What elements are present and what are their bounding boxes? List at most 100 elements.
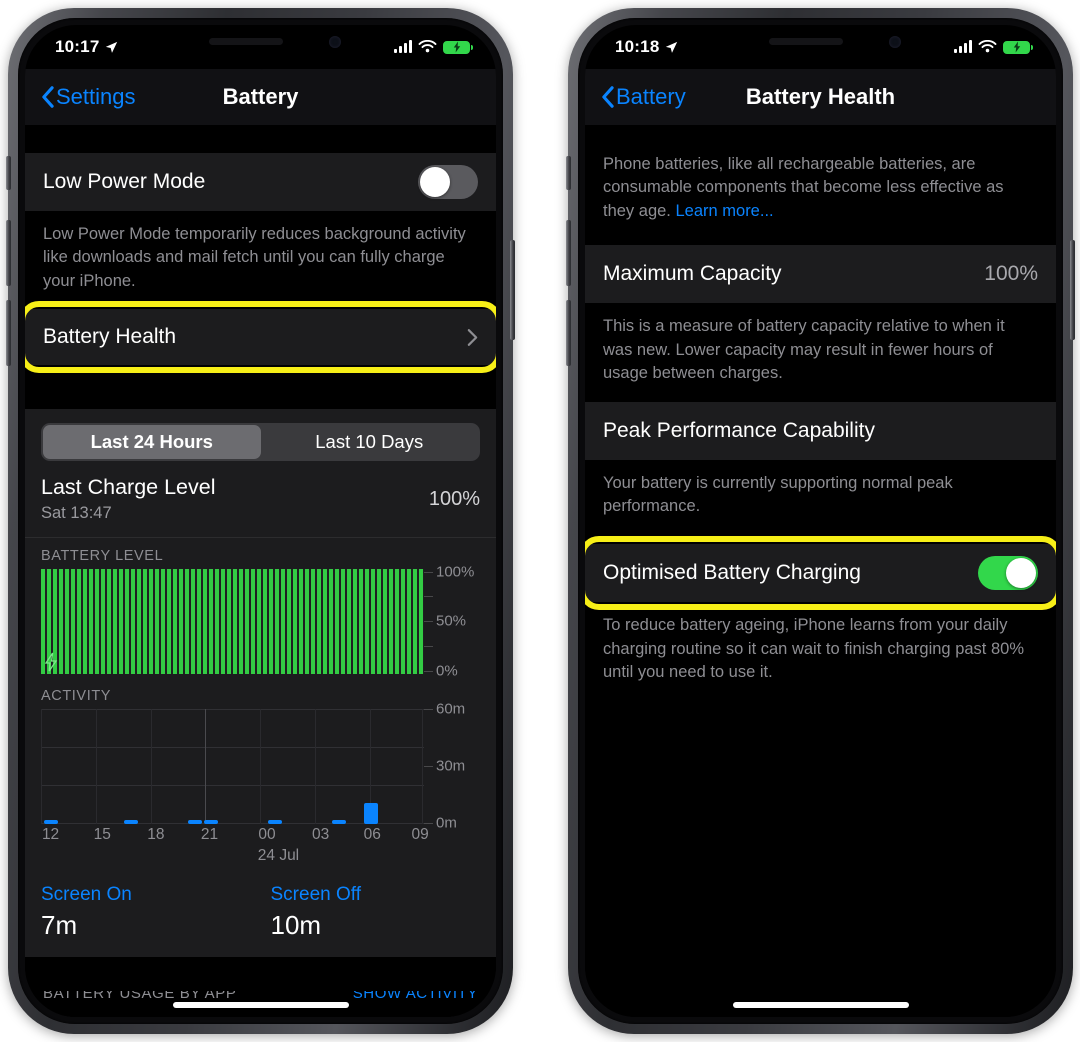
screen-right: 10:18 Battery Battery Health Phone batte… xyxy=(585,25,1056,1017)
optimised-battery-charging-label: Optimised Battery Charging xyxy=(603,561,861,585)
location-arrow-icon xyxy=(666,41,678,53)
low-power-mode-toggle[interactable] xyxy=(418,165,478,199)
iphone-left-device: 10:17 Settings Battery Low Power Mode Lo… xyxy=(6,8,515,1034)
last-charge-timestamp: Sat 13:47 xyxy=(41,504,112,523)
last-charge-title: Last Charge Level xyxy=(41,475,216,500)
segment-last-10-days[interactable]: Last 10 Days xyxy=(261,425,479,459)
low-power-mode-row[interactable]: Low Power Mode xyxy=(25,153,496,211)
mute-switch-button[interactable] xyxy=(6,156,11,190)
battery-level-chart-label: BATTERY LEVEL xyxy=(41,548,164,565)
learn-more-link[interactable]: Learn more... xyxy=(675,202,773,220)
volume-up-button[interactable] xyxy=(566,220,571,286)
volume-down-button[interactable] xyxy=(6,300,11,366)
screen-left: 10:17 Settings Battery Low Power Mode Lo… xyxy=(25,25,496,1017)
y-tick-0m: 0m xyxy=(436,814,457,832)
battery-level-chart-area: 100% 50% 0% xyxy=(41,564,480,680)
y-tick-0: 0% xyxy=(436,662,458,680)
x-tick-12: 12 xyxy=(41,826,60,844)
intro-body: Phone batteries, like all rechargeable b… xyxy=(603,155,1004,220)
activity-chart-label: ACTIVITY xyxy=(41,688,112,705)
usage-range-segmented-control[interactable]: Last 24 Hours Last 10 Days xyxy=(41,423,480,462)
optimised-battery-charging-row[interactable]: Optimised Battery Charging xyxy=(585,544,1056,603)
chevron-left-icon xyxy=(602,86,614,108)
maximum-capacity-footnote: This is a measure of battery capacity re… xyxy=(585,303,1056,402)
battery-charging-icon xyxy=(1003,40,1033,54)
x-tick-03: 03 xyxy=(311,826,330,844)
charging-bolt-icon xyxy=(44,652,58,672)
back-button-label: Settings xyxy=(56,84,136,109)
toggle-knob xyxy=(420,167,450,197)
chevron-right-icon xyxy=(467,328,478,346)
x-tick-09: 09 xyxy=(411,826,429,844)
last-charge-level-row: Last Charge Level Sat 13:47 100% xyxy=(25,469,496,539)
screen-time-summary: Screen On 7m Screen Off 10m xyxy=(25,874,496,958)
status-bar-left-group: 10:18 xyxy=(615,37,678,57)
screen-off-label: Screen Off xyxy=(270,884,361,906)
segment-last-24-hours[interactable]: Last 24 Hours xyxy=(43,425,261,460)
mute-switch-button[interactable] xyxy=(566,156,571,190)
toggle-knob xyxy=(1006,558,1036,589)
charging-bolt-icon xyxy=(1013,41,1020,53)
home-indicator[interactable] xyxy=(172,1002,349,1008)
low-power-mode-footnote: Low Power Mode temporarily reduces backg… xyxy=(25,211,496,310)
screen-on-value: 7m xyxy=(41,910,78,941)
status-bar-right-group xyxy=(394,40,473,54)
activity-day-label-wrap: 24 Jul xyxy=(41,846,424,870)
settings-content-left: Low Power Mode Low Power Mode temporaril… xyxy=(25,125,496,1017)
y-tick-30m: 30m xyxy=(436,757,466,775)
activity-plot: 12 15 18 21 00 03 06 09 24 Jul xyxy=(41,709,429,870)
back-button-battery[interactable]: Battery xyxy=(601,84,686,110)
battery-charging-icon xyxy=(443,40,473,54)
activity-y-axis: 60m 30m 0m xyxy=(424,701,480,832)
battery-health-intro-text: Phone batteries, like all rechargeable b… xyxy=(585,147,1056,246)
optimised-battery-charging-toggle[interactable] xyxy=(978,556,1038,591)
status-bar-right: 10:18 xyxy=(585,25,1056,69)
y-tick-100: 100% xyxy=(436,563,475,581)
status-bar-time: 10:17 xyxy=(55,37,100,56)
device-bezel: 10:17 Settings Battery Low Power Mode Lo… xyxy=(18,18,503,1024)
battery-level-chart-block: BATTERY LEVEL 100% 50% 0% xyxy=(25,538,496,680)
screen-on-label: Screen On xyxy=(41,884,132,906)
battery-health-row[interactable]: Battery Health xyxy=(25,309,496,366)
side-power-button[interactable] xyxy=(510,240,515,340)
device-bezel: 10:18 Battery Battery Health Phone batte… xyxy=(578,18,1063,1024)
home-indicator[interactable] xyxy=(732,1002,909,1008)
status-bar-right-group xyxy=(954,40,1033,54)
battery-level-plot xyxy=(41,569,424,675)
peak-performance-footnote: Your battery is currently supporting nor… xyxy=(585,459,1056,545)
content-top-spacer xyxy=(25,125,496,153)
back-button-settings[interactable]: Settings xyxy=(41,84,136,110)
volume-up-button[interactable] xyxy=(6,220,11,286)
screen-off-value: 10m xyxy=(270,910,322,941)
x-tick-21: 21 xyxy=(200,826,219,844)
battery-usage-by-app-header: BATTERY USAGE BY APP xyxy=(43,991,237,1002)
volume-down-button[interactable] xyxy=(566,300,571,366)
battery-health-label: Battery Health xyxy=(43,325,177,349)
location-arrow-icon xyxy=(106,41,118,53)
status-bar-time: 10:18 xyxy=(615,37,660,56)
optimised-charging-row-wrap: Optimised Battery Charging xyxy=(585,536,1056,611)
charging-bolt-icon xyxy=(453,41,460,53)
maximum-capacity-value: 100% xyxy=(984,262,1038,286)
maximum-capacity-row: Maximum Capacity 100% xyxy=(585,245,1056,304)
show-activity-button[interactable]: SHOW ACTIVITY xyxy=(353,991,478,1002)
battery-level-bars xyxy=(41,569,424,675)
section-gap xyxy=(25,365,496,410)
status-bar-left-group: 10:17 xyxy=(55,37,118,57)
content-top-spacer xyxy=(585,125,1056,147)
iphone-right-device: 10:18 Battery Battery Health Phone batte… xyxy=(566,8,1075,1034)
usage-range-segmented-wrap: Last 24 Hours Last 10 Days xyxy=(25,409,496,470)
activity-x-axis-labels: 12 15 18 21 00 03 06 09 xyxy=(41,824,429,846)
y-tick-60m: 60m xyxy=(436,700,466,718)
nav-bar-left: Settings Battery xyxy=(25,69,496,125)
battery-health-row-wrap: Battery Health xyxy=(25,301,496,374)
peak-performance-row: Peak Performance Capability xyxy=(585,401,1056,460)
screen-on-column: Screen On 7m xyxy=(41,884,251,941)
cellular-signal-icon xyxy=(394,40,412,53)
y-tick-50: 50% xyxy=(436,612,467,630)
cellular-signal-icon xyxy=(954,40,972,53)
activity-bars-container xyxy=(41,709,424,825)
optimised-charging-footnote: To reduce battery ageing, iPhone learns … xyxy=(585,602,1056,701)
side-power-button[interactable] xyxy=(1070,240,1075,340)
maximum-capacity-label: Maximum Capacity xyxy=(603,262,782,286)
